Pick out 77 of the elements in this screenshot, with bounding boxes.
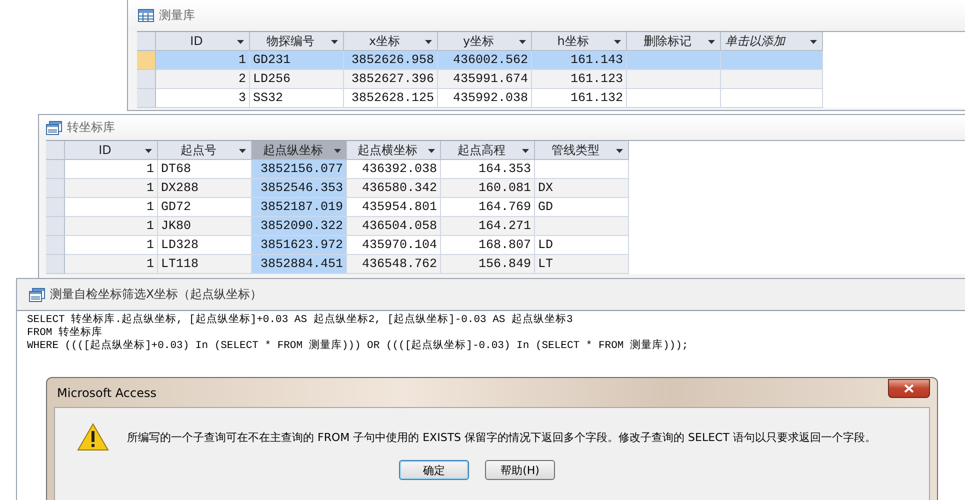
close-button[interactable] <box>888 379 930 398</box>
caret-icon[interactable] <box>522 149 529 153</box>
dialog-title: Microsoft Access <box>57 386 157 400</box>
query-icon <box>46 120 62 134</box>
caret-icon[interactable] <box>425 40 432 44</box>
caret-icon[interactable] <box>810 40 817 44</box>
table-cell: 164.271 <box>441 217 535 236</box>
dialog-button[interactable]: 帮助(H) <box>485 460 555 480</box>
table-cell: 435992.038 <box>438 89 532 108</box>
column-header[interactable]: 删除标记 <box>627 32 721 51</box>
column-header[interactable]: 起点横坐标 <box>347 141 441 160</box>
sql-line: WHERE ((([起点纵坐标]+0.03) In (SELECT * FROM 测量库))) OR ((([起点纵坐标]-0.03) In (SELECT * FROM 测量库))); <box>27 340 688 352</box>
column-header[interactable]: 起点纵坐标 <box>252 141 347 160</box>
caret-icon[interactable] <box>334 149 341 153</box>
warning-icon <box>77 423 109 451</box>
caret-icon[interactable] <box>145 149 152 153</box>
table-cell: 3852187.019 <box>252 198 347 217</box>
column-header[interactable]: 单击以添加 <box>721 32 823 51</box>
dialog-button[interactable]: 确定 <box>399 460 469 480</box>
table-cell: 3852628.125 <box>344 89 438 108</box>
table-cell: 1 <box>65 179 158 198</box>
table-cell: DX288 <box>158 179 252 198</box>
table-cell: 3 <box>156 89 250 108</box>
table-cell: 3852626.958 <box>344 51 438 70</box>
table-cell: 3852156.077 <box>252 160 347 179</box>
caret-icon[interactable] <box>519 40 526 44</box>
table-cell: LD256 <box>250 70 344 89</box>
column-header[interactable]: y坐标 <box>438 32 532 51</box>
query-icon <box>29 288 45 302</box>
table-cell: LT <box>535 255 629 274</box>
table-cell: 3852090.322 <box>252 217 347 236</box>
table-cell: LT118 <box>158 255 252 274</box>
caret-icon[interactable] <box>237 40 244 44</box>
table-cell: 1 <box>65 255 158 274</box>
caret-icon[interactable] <box>614 40 621 44</box>
table-cell: 436548.762 <box>347 255 441 274</box>
table-cell: 161.143 <box>532 51 627 70</box>
table-cell: 3851623.972 <box>252 236 347 255</box>
table-cell: SS32 <box>250 89 344 108</box>
caret-icon[interactable] <box>239 149 246 153</box>
table-cell: 1 <box>156 51 250 70</box>
table-cell: GD231 <box>250 51 344 70</box>
sql-line: FROM 转坐标库 <box>27 327 103 339</box>
window-title: 测量库 <box>159 7 195 24</box>
table-icon <box>138 9 154 22</box>
table-cell: 2 <box>156 70 250 89</box>
column-header[interactable]: 起点号 <box>158 141 252 160</box>
sql-line: SELECT 转坐标库.起点纵坐标, [起点纵坐标]+0.03 AS 起点纵坐标2, [起点纵坐标]-0.03 AS 起点纵坐标3 <box>27 314 573 326</box>
column-header[interactable]: 物探编号 <box>250 32 344 51</box>
column-header[interactable]: ID <box>65 141 158 160</box>
column-header[interactable]: x坐标 <box>344 32 438 51</box>
column-header[interactable]: 起点高程 <box>441 141 535 160</box>
table-cell: DX <box>535 179 629 198</box>
caret-icon[interactable] <box>616 149 623 153</box>
table-cell: 156.849 <box>441 255 535 274</box>
table-cell: 3852546.353 <box>252 179 347 198</box>
table-cell: 1 <box>65 217 158 236</box>
close-icon[interactable] <box>904 384 914 393</box>
table-cell: 436504.058 <box>347 217 441 236</box>
window-title: 转坐标库 <box>67 119 115 136</box>
table-cell: 3852884.451 <box>252 255 347 274</box>
column-header[interactable]: ID <box>156 32 250 51</box>
window-title: 测量自检坐标筛选X坐标（起点纵坐标） <box>50 286 262 303</box>
column-header[interactable]: 管线类型 <box>535 141 629 160</box>
table-cell: 160.081 <box>441 179 535 198</box>
caret-icon[interactable] <box>428 149 435 153</box>
table-cell: 436002.562 <box>438 51 532 70</box>
error-message: 所编写的一个子查询可在不在主查询的 FROM 子句中使用的 EXISTS 保留字的情况下返回多个字段。修改子查询的 SELECT 语句以只要求返回一个字段。 <box>127 430 876 444</box>
caret-icon[interactable] <box>708 40 715 44</box>
table-cell: 436580.342 <box>347 179 441 198</box>
table-cell: JK80 <box>158 217 252 236</box>
table-cell: 161.123 <box>532 70 627 89</box>
table-cell: 161.132 <box>532 89 627 108</box>
column-header[interactable]: h坐标 <box>532 32 627 51</box>
caret-icon[interactable] <box>331 40 338 44</box>
table-cell: 3852627.396 <box>344 70 438 89</box>
table-cell: 435991.674 <box>438 70 532 89</box>
